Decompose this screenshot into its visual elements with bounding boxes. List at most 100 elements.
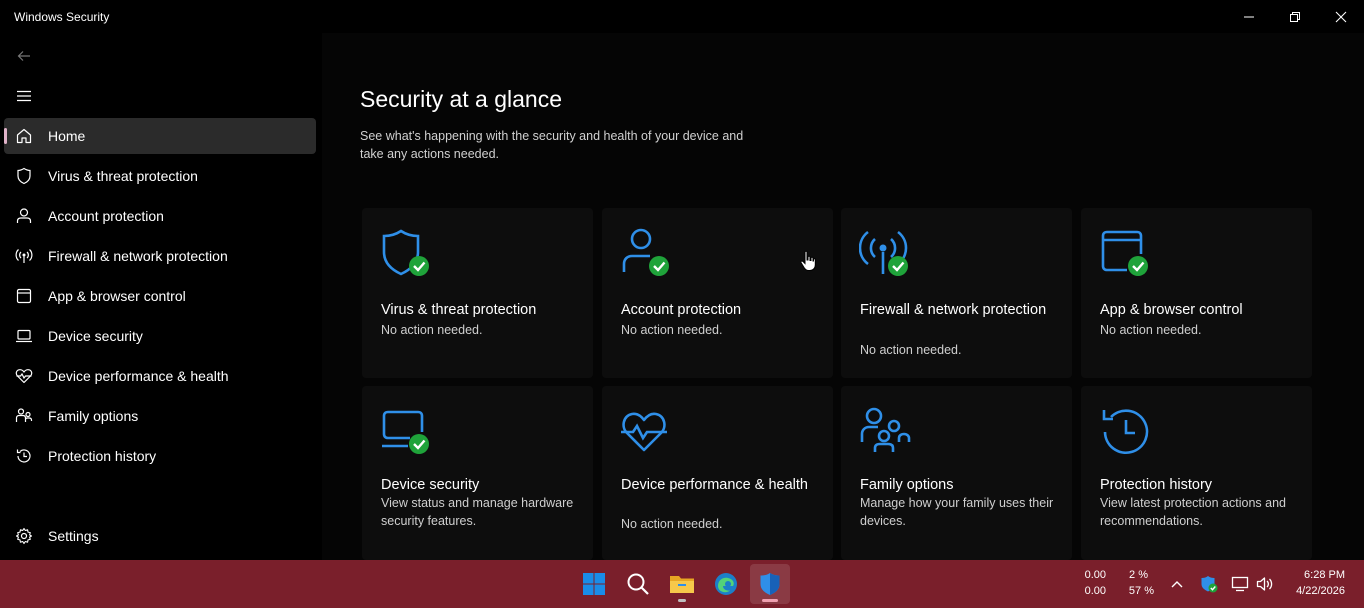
card-status: No action needed. (1100, 323, 1202, 337)
window-title: Windows Security (14, 10, 110, 24)
card-title: Account protection (621, 302, 742, 318)
gear-icon (15, 527, 33, 545)
card-title: Device performance & health (621, 477, 808, 493)
browser-window-check-icon (1101, 230, 1148, 276)
sidebar-item-label: Device performance & health (48, 368, 229, 384)
sidebar-item-account[interactable]: Account protection (4, 198, 316, 234)
browser-window-icon (16, 288, 32, 304)
person-icon (16, 208, 32, 223)
clock-time[interactable]: 6:28 PM (1290, 569, 1345, 581)
sidebar: Home Virus & threat protection Account p… (0, 33, 322, 560)
sidebar-item-label: Virus & threat protection (48, 168, 198, 184)
sidebar-item-family[interactable]: Family options (4, 398, 316, 434)
sidebar-item-app-browser[interactable]: App & browser control (4, 278, 316, 314)
card-account[interactable]: Account protection No action needed. (602, 208, 833, 378)
sidebar-item-label: Firewall & network protection (48, 248, 228, 264)
menu-button[interactable] (12, 85, 36, 107)
sidebar-item-label: Device security (48, 328, 143, 344)
card-device-security[interactable]: Device security View status and manage h… (362, 386, 593, 560)
tray-volume-button[interactable] (1255, 574, 1275, 594)
hamburger-icon (17, 90, 31, 102)
sidebar-item-performance[interactable]: Device performance & health (4, 358, 316, 394)
card-description: View latest protection actions and recom… (1100, 496, 1286, 528)
back-button[interactable] (12, 45, 36, 67)
sidebar-item-virus-threat[interactable]: Virus & threat protection (4, 158, 316, 194)
file-explorer-icon (670, 576, 694, 593)
sidebar-item-label: Account protection (48, 208, 164, 224)
volume-icon (1256, 577, 1273, 591)
card-title: Virus & threat protection (381, 302, 537, 318)
sidebar-item-history[interactable]: Protection history (4, 438, 316, 474)
page-title: Security at a glance (360, 86, 563, 112)
sidebar-item-settings[interactable]: Settings (4, 518, 316, 554)
start-icon (583, 573, 605, 595)
running-indicator (678, 599, 686, 602)
close-icon (1335, 11, 1347, 22)
history-icon (1102, 409, 1149, 454)
settings-label: Settings (48, 528, 99, 544)
cpu-usage: 2 % (1129, 569, 1148, 581)
sidebar-item-device-security[interactable]: Device security (4, 318, 316, 354)
sidebar-item-home[interactable]: Home (4, 118, 316, 154)
card-firewall[interactable]: Firewall & network protection No action … (841, 208, 1072, 378)
card-title: Family options (860, 477, 954, 493)
clock-date[interactable]: 4/22/2026 (1280, 585, 1345, 597)
tray-network-button[interactable] (1230, 574, 1250, 594)
network-icon (1231, 576, 1249, 592)
taskbar-search-button[interactable] (618, 564, 658, 604)
card-app-browser[interactable]: App & browser control No action needed. (1081, 208, 1312, 378)
card-title: Protection history (1100, 477, 1213, 493)
card-performance[interactable]: Device performance & health No action ne… (602, 386, 833, 560)
history-icon (16, 449, 31, 463)
minimize-icon (1244, 16, 1254, 17)
running-indicator (762, 599, 778, 602)
card-status: No action needed. (621, 323, 723, 337)
sidebar-item-firewall[interactable]: Firewall & network protection (4, 238, 316, 274)
card-status: No action needed. (381, 323, 483, 337)
card-description: View status and manage hardware security… (381, 496, 574, 528)
search-icon (627, 573, 649, 595)
heart-pulse-icon (15, 369, 33, 384)
antenna-check-icon (859, 230, 908, 276)
taskbar-windows-security[interactable] (750, 564, 790, 604)
back-arrow-icon (17, 51, 30, 61)
edge-icon (715, 573, 737, 595)
card-virus-threat[interactable]: Virus & threat protection No action need… (362, 208, 593, 378)
sidebar-item-label: Family options (48, 408, 139, 424)
sidebar-item-label: Home (48, 128, 86, 144)
tray-security-button[interactable] (1199, 574, 1219, 594)
start-button[interactable] (574, 564, 614, 604)
hand-cursor-icon (800, 250, 816, 271)
taskbar: 0.00 0.00 2 % 57 % 6:28 PM 4/22/2026 (0, 560, 1364, 608)
network-upload-rate: 0.00 (1084, 569, 1106, 581)
taskbar-edge[interactable] (706, 564, 746, 604)
close-button[interactable] (1318, 0, 1364, 33)
taskbar-file-explorer[interactable] (662, 564, 702, 604)
laptop-check-icon (382, 410, 429, 454)
sidebar-item-label: Protection history (48, 448, 157, 464)
memory-usage: 57 % (1128, 585, 1154, 597)
main-content: Security at a glance See what's happenin… (322, 33, 1364, 560)
family-icon (15, 408, 33, 422)
card-title: Firewall & network protection (860, 302, 1047, 318)
minimize-button[interactable] (1226, 0, 1272, 33)
page-subtitle: See what's happening with the security a… (360, 129, 744, 161)
card-title: App & browser control (1100, 302, 1243, 318)
card-title: Device security (381, 477, 480, 493)
card-family[interactable]: Family options Manage how your family us… (841, 386, 1072, 560)
restore-icon (1290, 11, 1300, 22)
restore-button[interactable] (1272, 0, 1318, 33)
family-icon (860, 407, 911, 452)
network-download-rate: 0.00 (1084, 585, 1106, 597)
security-shield-tray-icon (1201, 576, 1218, 593)
title-bar: Windows Security (0, 0, 1364, 33)
person-check-icon (622, 228, 669, 276)
sidebar-item-label: App & browser control (48, 288, 186, 304)
chevron-up-icon (1171, 581, 1183, 588)
windows-security-icon (760, 573, 780, 595)
card-history[interactable]: Protection history View latest protectio… (1081, 386, 1312, 560)
card-status: No action needed. (621, 517, 723, 531)
antenna-icon (15, 249, 33, 263)
laptop-icon (16, 329, 32, 343)
show-hidden-icons-button[interactable] (1167, 574, 1187, 594)
